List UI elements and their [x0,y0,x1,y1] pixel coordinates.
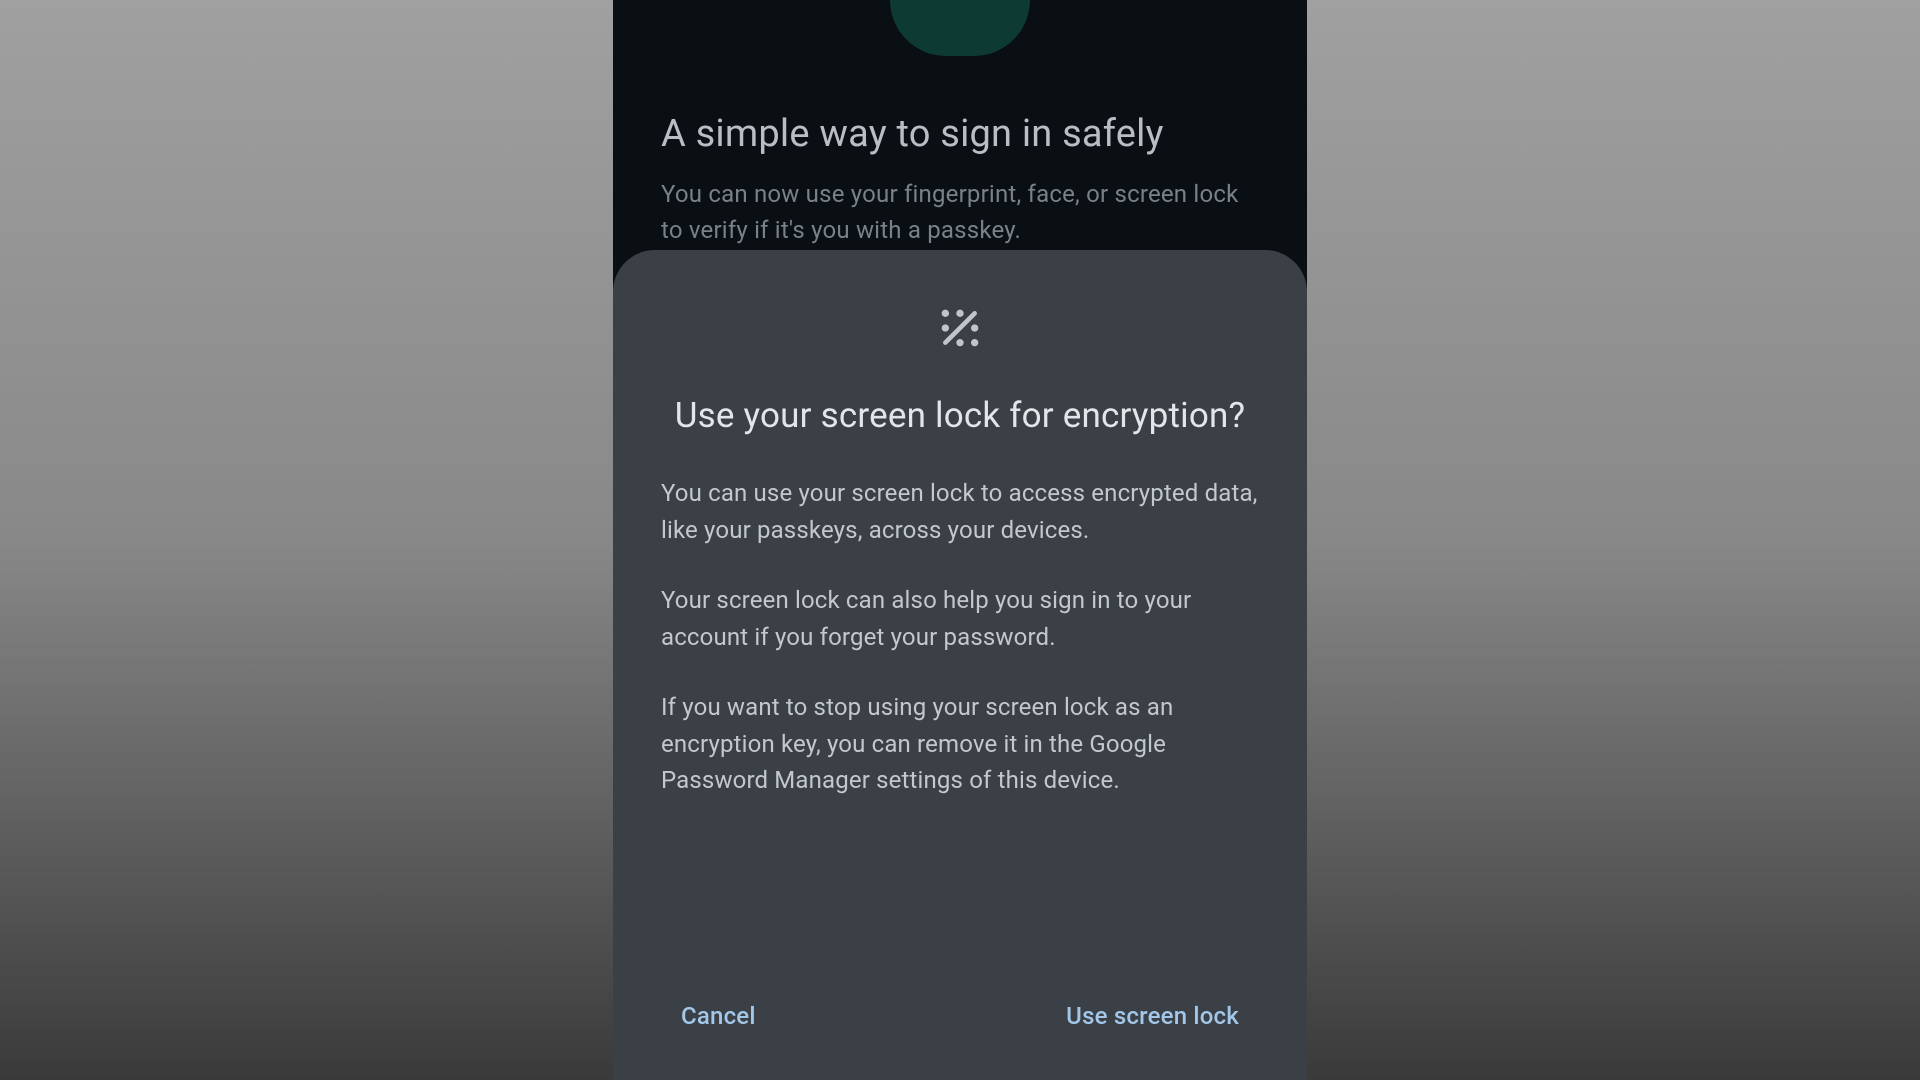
background-title: A simple way to sign in safely [661,112,1259,156]
dialog-actions: Cancel Use screen lock [661,990,1259,1042]
encryption-dialog: Use your screen lock for encryption? You… [613,250,1307,1080]
passkey-hero-icon [890,0,1030,56]
pattern-lock-icon [661,306,1259,350]
cancel-button[interactable]: Cancel [661,990,776,1042]
dialog-paragraph-3: If you want to stop using your screen lo… [661,689,1259,798]
use-screen-lock-button[interactable]: Use screen lock [1046,990,1259,1042]
background-subtitle: You can now use your fingerprint, face, … [661,176,1259,248]
dialog-title: Use your screen lock for encryption? [661,392,1259,439]
dialog-body: You can use your screen lock to access e… [661,475,1259,798]
phone-screen: A simple way to sign in safely You can n… [613,0,1307,1080]
dialog-paragraph-2: Your screen lock can also help you sign … [661,582,1259,655]
dialog-paragraph-1: You can use your screen lock to access e… [661,475,1259,548]
background-page: A simple way to sign in safely You can n… [613,0,1307,248]
